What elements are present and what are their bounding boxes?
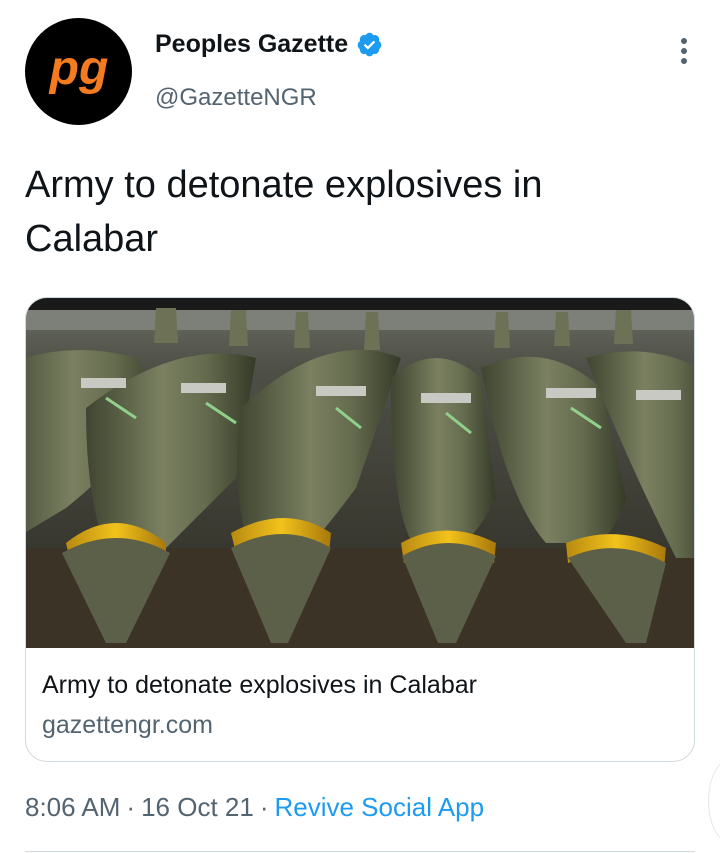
tweet: pg Peoples Gazette @GazetteNGR Army to d… [0, 0, 720, 853]
dot [681, 58, 687, 64]
link-card[interactable]: Army to detonate explosives in Calabar g… [25, 297, 695, 762]
card-title: Army to detonate explosives in Calabar [42, 671, 477, 699]
tweet-text: Army to detonate explosives in Calabar [25, 164, 543, 260]
avatar-logo-text: pg [47, 42, 108, 95]
verified-badge-icon [357, 32, 382, 57]
tweet-time[interactable]: 8:06 AM [25, 792, 120, 823]
edge-shadow [708, 760, 720, 842]
pg-logo-icon: pg [47, 42, 108, 95]
author-name-row[interactable]: Peoples Gazette [155, 30, 383, 59]
dot [681, 38, 687, 44]
card-domain: gazettengr.com [42, 711, 213, 739]
author-display-name[interactable]: Peoples Gazette [155, 30, 348, 59]
dot [681, 48, 687, 54]
meta-separator: · [259, 792, 269, 822]
tweet-meta: 8:06 AM · 16 Oct 21 · Revive Social App [25, 792, 484, 823]
author-handle[interactable]: @GazetteNGR [155, 84, 317, 112]
meta-separator: · [126, 792, 136, 822]
avatar[interactable]: pg [25, 18, 132, 125]
divider [25, 851, 695, 852]
more-options-icon[interactable] [672, 34, 696, 68]
tweet-source-link[interactable]: Revive Social App [274, 792, 484, 823]
card-image-bombs[interactable] [26, 298, 695, 648]
tweet-date[interactable]: 16 Oct 21 [141, 792, 254, 823]
